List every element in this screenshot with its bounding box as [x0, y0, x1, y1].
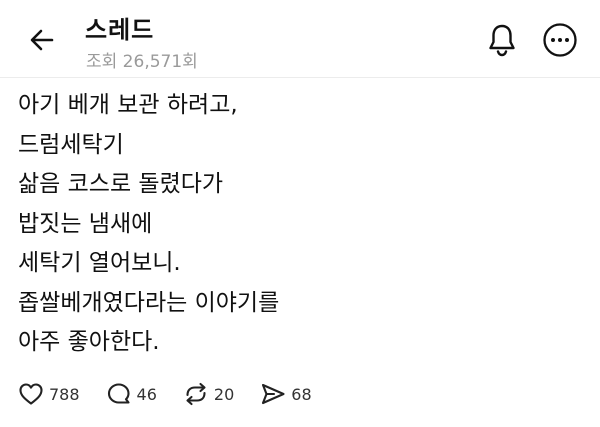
- bell-icon: [489, 24, 515, 57]
- comment-icon: [107, 383, 130, 404]
- share-icon: [262, 383, 285, 405]
- comment-button[interactable]: 46: [106, 382, 157, 406]
- thread-header: 스레드 조회 26,571회: [0, 0, 600, 78]
- more-circle-icon: [543, 23, 577, 57]
- share-count: 68: [291, 384, 312, 404]
- repost-icon: [186, 382, 206, 406]
- more-options-button[interactable]: [538, 20, 582, 60]
- post-text-line: 아기 베개 보관 하려고,: [18, 92, 238, 118]
- post-actions: 788 46 20 68: [18, 374, 338, 414]
- post-text-line: 세탁기 열어보니.: [18, 250, 181, 276]
- page-title: 스레드: [85, 16, 155, 44]
- repost-button[interactable]: 20: [183, 382, 234, 406]
- heart-icon: [19, 383, 43, 405]
- post-text-line: 아주 좋아한다.: [18, 329, 160, 355]
- arrow-left-icon: [30, 29, 54, 51]
- post-text-line: 드럼세탁기: [18, 131, 124, 158]
- repost-count: 20: [213, 384, 235, 404]
- notifications-button[interactable]: [484, 20, 520, 60]
- back-button[interactable]: [22, 24, 62, 56]
- post-body: 아기 베개 보관 하려고, 드럼세탁기 삶음 코스로 돌렸다가 밥짓는 냄새에 …: [18, 86, 588, 363]
- share-button[interactable]: 68: [260, 382, 312, 406]
- post-text-line: 삶음 코스로 돌렸다가: [18, 171, 224, 197]
- post-text-line: 밥짓는 냄새에: [18, 210, 153, 237]
- like-button[interactable]: 788: [18, 382, 80, 406]
- like-count: 788: [49, 384, 80, 404]
- post-text-line: 좁쌀베개였다라는 이야기를: [18, 289, 280, 316]
- comment-count: 46: [136, 384, 157, 404]
- view-count: 조회 26,571회: [86, 52, 198, 72]
